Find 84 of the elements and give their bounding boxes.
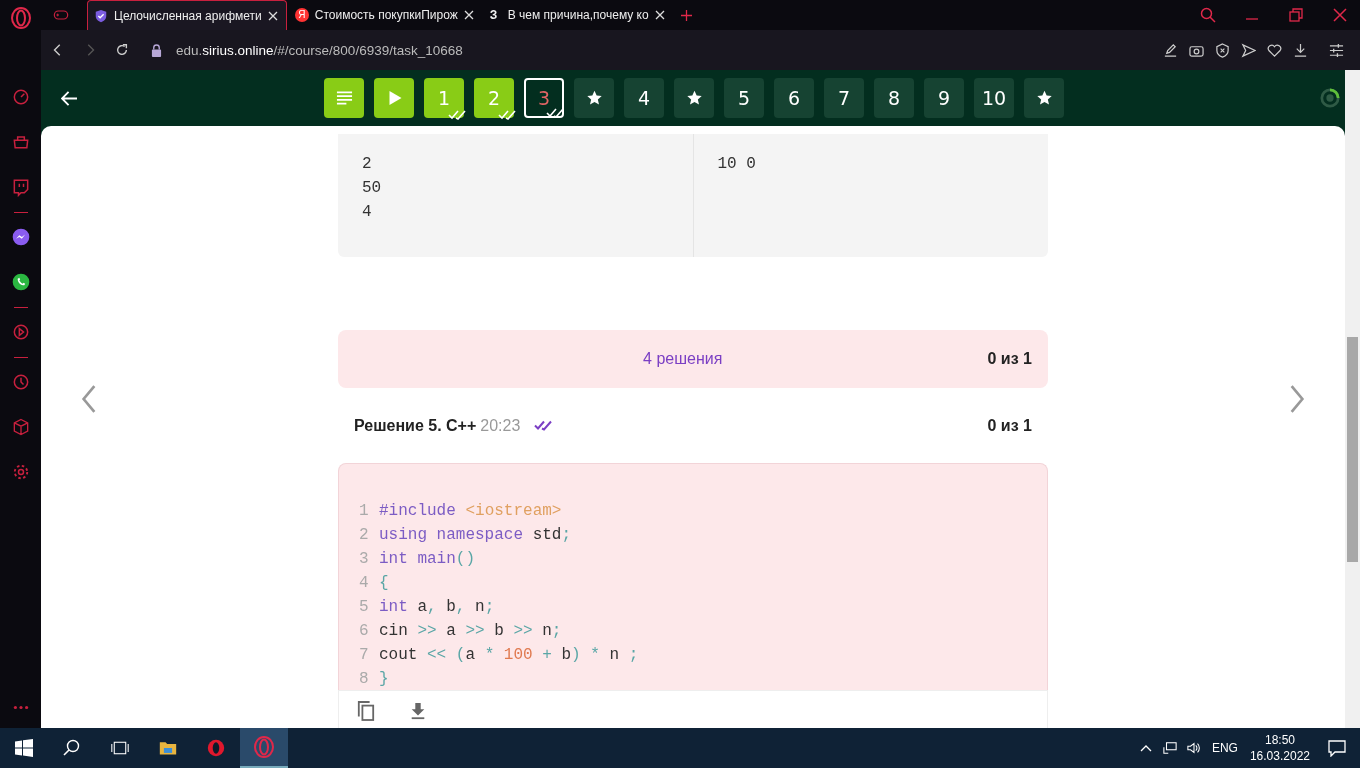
- task-nav-button[interactable]: 6: [774, 78, 814, 118]
- task-nav-button[interactable]: 7: [824, 78, 864, 118]
- windows-start-icon[interactable]: [15, 739, 33, 757]
- task-nav-button[interactable]: [1024, 78, 1064, 118]
- line-number: 8: [359, 669, 370, 690]
- download-icon[interactable]: [1293, 42, 1308, 58]
- scrollbar[interactable]: [1345, 70, 1360, 728]
- list-icon: [335, 90, 353, 106]
- taskbar-app-active[interactable]: [240, 728, 288, 768]
- send-icon[interactable]: [1241, 42, 1256, 58]
- tab-favicon: З: [489, 8, 499, 22]
- task-nav-button[interactable]: 3: [524, 78, 564, 118]
- star-icon: [585, 90, 603, 106]
- solution-time: 20:23: [480, 416, 521, 435]
- line-number: 7: [359, 645, 370, 666]
- edit-icon[interactable]: [1163, 42, 1178, 58]
- download-icon[interactable]: [409, 701, 427, 721]
- tab-favicon: Я: [294, 8, 309, 22]
- new-tab-icon[interactable]: [680, 9, 692, 21]
- solutions-bar[interactable]: 4 решения 0 из 1: [338, 330, 1048, 388]
- restore-icon[interactable]: [1288, 7, 1304, 23]
- copy-icon[interactable]: [357, 701, 375, 721]
- progress-ring-icon: [1320, 88, 1340, 108]
- task-nav-button[interactable]: 4: [624, 78, 664, 118]
- network-icon[interactable]: [1162, 741, 1177, 755]
- line-number: 1: [359, 501, 370, 522]
- folder-icon[interactable]: [159, 739, 177, 757]
- clock-time[interactable]: 18:50: [1264, 732, 1295, 748]
- task-nav-button[interactable]: 10: [974, 78, 1014, 118]
- browser-tab[interactable]: Я Стоимость покупкиПирож: [288, 0, 482, 30]
- tab-title: Стоимость покупкиПирож: [314, 8, 458, 22]
- solution-title: Решение 5. C++: [354, 416, 477, 435]
- language-indicator[interactable]: ENG: [1211, 741, 1238, 755]
- more-icon[interactable]: [12, 705, 29, 710]
- code-line: }: [379, 669, 389, 690]
- search-icon[interactable]: [63, 739, 81, 757]
- browser-logo-icon: [253, 736, 275, 758]
- notification-icon[interactable]: [1328, 739, 1346, 757]
- task-nav-button[interactable]: 8: [874, 78, 914, 118]
- solutions-link[interactable]: 4 решения: [338, 350, 988, 368]
- lock-icon: [151, 43, 162, 57]
- volume-icon[interactable]: [1186, 741, 1201, 755]
- task-nav-button[interactable]: 5: [724, 78, 764, 118]
- task-nav-button[interactable]: [674, 78, 714, 118]
- code-line: cout << (a * 100 + b) * n ;: [379, 645, 639, 666]
- heart-icon[interactable]: [1267, 42, 1282, 58]
- score-text: 0 из 1: [987, 416, 1032, 435]
- browser-logo-icon[interactable]: [207, 739, 225, 757]
- browser-tab[interactable]: Целочисленная арифмети: [87, 0, 287, 30]
- score-text: 0 из 1: [987, 350, 1032, 368]
- shield-icon[interactable]: [1215, 42, 1230, 58]
- code-line: int a, b, n;: [379, 597, 495, 618]
- input-value: 2: [362, 154, 373, 175]
- shield-icon: [94, 8, 108, 23]
- star-icon: [1035, 90, 1053, 106]
- task-nav-button[interactable]: [574, 78, 614, 118]
- tab-title: Целочисленная арифмети: [114, 8, 262, 23]
- line-number: 4: [359, 573, 370, 594]
- line-number: 5: [359, 597, 370, 618]
- line-number: 2: [359, 525, 370, 546]
- output-value: 10 0: [717, 154, 757, 175]
- input-value: 50: [362, 178, 383, 199]
- gamepad-icon[interactable]: [53, 9, 69, 21]
- clock-date[interactable]: 16.03.2022: [1249, 748, 1310, 764]
- code-line: {: [379, 573, 389, 594]
- reload-icon[interactable]: [115, 43, 129, 57]
- sliders-icon[interactable]: [1329, 42, 1344, 58]
- task-nav-button[interactable]: 9: [924, 78, 964, 118]
- code-line: cin >> a >> b >> n;: [379, 621, 562, 642]
- browser-tab[interactable]: З В чем причина,почему ко: [483, 0, 673, 30]
- line-number: 3: [359, 549, 370, 570]
- task-view-icon[interactable]: [111, 739, 129, 757]
- whatsapp-icon[interactable]: [10, 272, 31, 292]
- line-number: 6: [359, 621, 370, 642]
- star-icon: [685, 90, 703, 106]
- tab-title: В чем причина,почему ко: [507, 8, 649, 22]
- code-line: using namespace std;: [379, 525, 572, 546]
- code-line: int main(): [379, 549, 475, 570]
- code-line: #include <iostream>: [379, 501, 562, 522]
- messenger-icon[interactable]: [10, 227, 31, 247]
- address-field[interactable]: edu.sirius.online/#/course/800/6939/task_10668: [176, 42, 463, 58]
- back-arrow-icon[interactable]: [61, 90, 78, 106]
- browser-logo-icon[interactable]: [8, 5, 33, 31]
- input-value: 4: [362, 202, 373, 223]
